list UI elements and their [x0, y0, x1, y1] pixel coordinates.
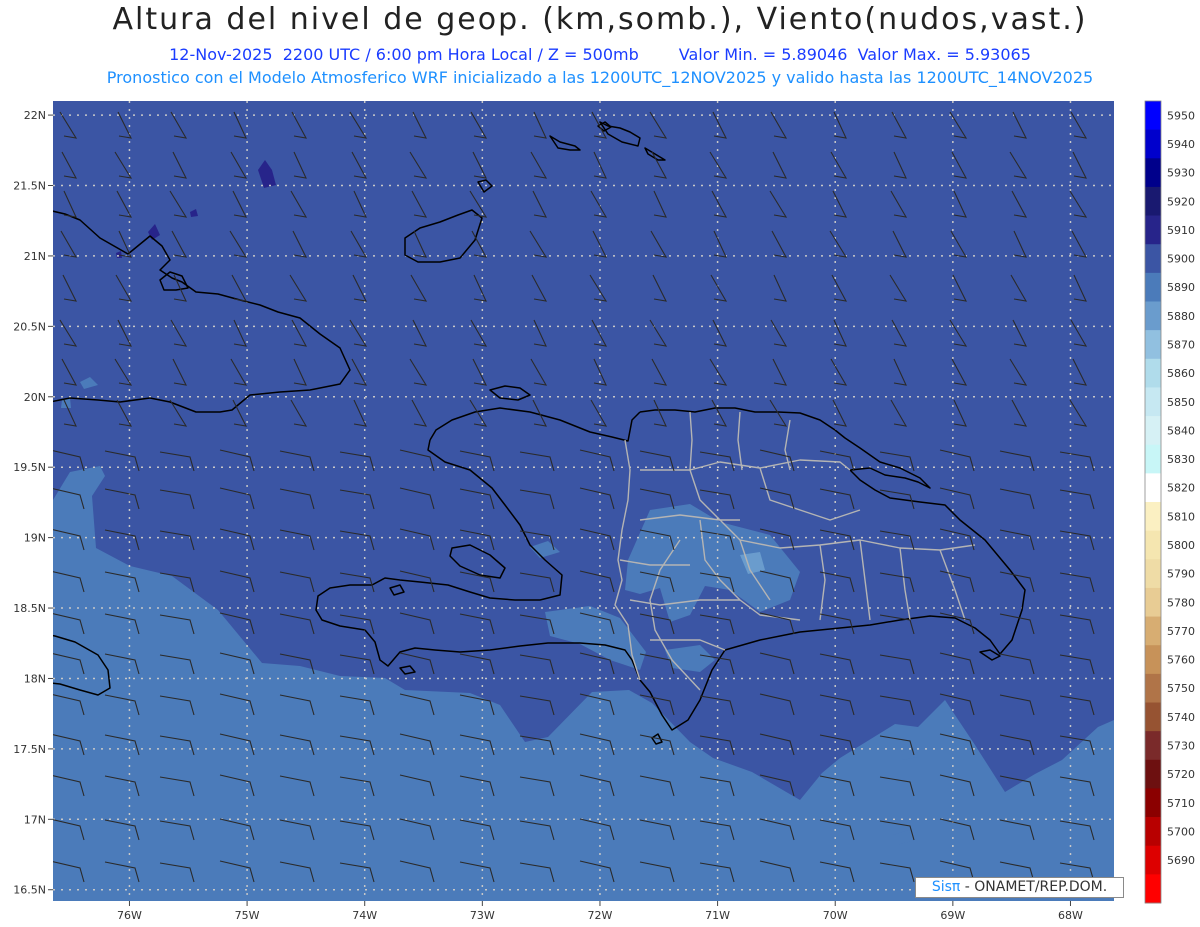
credit-box: Sisπ - ONAMET/REP.DOM.	[915, 877, 1124, 898]
longitude-labels: 76W 75W 74W 73W 72W 71W 70W 69W 68W	[117, 901, 1083, 922]
colorbar-swatch-24	[1145, 788, 1161, 818]
lat-label-2: 21N	[24, 250, 46, 263]
lon-label-5: 71W	[705, 909, 730, 922]
colorbar-swatch-16	[1145, 559, 1161, 589]
latitude-labels: 22N 21.5N 21N 20.5N 20N 19.5N 19N 18.5N 18N 17.5N…	[13, 109, 53, 897]
lon-label-2: 74W	[352, 909, 377, 922]
colorbar-label-5950: 5950	[1167, 109, 1195, 122]
colorbar-swatch-22	[1145, 731, 1161, 761]
colorbar-label-5750: 5750	[1167, 682, 1195, 695]
colorbar-label-5880: 5880	[1167, 310, 1195, 323]
colorbar-label-5890: 5890	[1167, 281, 1195, 294]
lat-label-1: 21.5N	[13, 180, 46, 193]
colorbar-label-5940: 5940	[1167, 138, 1195, 151]
colorbar-label-5740: 5740	[1167, 711, 1195, 724]
colorbar-swatch-4	[1145, 215, 1161, 245]
forecast-time-and-range: 12-Nov-2025 2200 UTC / 6:00 pm Hora Loca…	[0, 45, 1200, 64]
lat-label-10: 17N	[24, 813, 46, 826]
lat-label-4: 20N	[24, 391, 46, 404]
colorbar-swatch-19	[1145, 645, 1161, 675]
lat-label-5: 19.5N	[13, 461, 46, 474]
colorbar-swatch-11	[1145, 416, 1161, 446]
colorbar-label-5910: 5910	[1167, 224, 1195, 237]
colorbar: 5950 5940 5930 5920 5910 5900 5890 5880 5870 5860…	[1144, 100, 1195, 904]
colorbar-label-5830: 5830	[1167, 453, 1195, 466]
colorbar-label-5690: 5690	[1167, 854, 1195, 867]
colorbar-label-5850: 5850	[1167, 396, 1195, 409]
min-max-values: Valor Min. = 5.89046 Valor Max. = 5.9306…	[678, 45, 1031, 64]
colorbar-swatch-10	[1145, 387, 1161, 417]
colorbar-label-5920: 5920	[1167, 195, 1195, 208]
colorbar-swatch-18	[1145, 616, 1161, 646]
lon-label-3: 73W	[470, 909, 495, 922]
colorbar-swatch-9	[1145, 358, 1161, 388]
brand-logo-text: Sisπ	[931, 879, 961, 895]
lon-label-8: 68W	[1058, 909, 1083, 922]
lat-label-11: 16.5N	[13, 884, 46, 897]
colorbar-label-5780: 5780	[1167, 596, 1195, 609]
lat-label-0: 22N	[24, 109, 46, 122]
colorbar-label-5870: 5870	[1167, 338, 1195, 351]
colorbar-label-5930: 5930	[1167, 167, 1195, 180]
colorbar-swatch-20	[1145, 673, 1161, 703]
colorbar-label-5840: 5840	[1167, 424, 1195, 437]
colorbar-label-5790: 5790	[1167, 568, 1195, 581]
forecast-description: Pronostico con el Modelo Atmosferico WRF…	[106, 68, 1094, 87]
lon-label-0: 76W	[117, 909, 142, 922]
colorbar-swatch-1	[1145, 129, 1161, 159]
colorbar-swatch-8	[1145, 330, 1161, 360]
colorbar-swatch-12	[1145, 444, 1161, 474]
colorbar-swatch-14	[1145, 502, 1161, 532]
lat-label-9: 17.5N	[13, 743, 46, 756]
colorbar-label-5760: 5760	[1167, 654, 1195, 667]
colorbar-swatch-26	[1145, 845, 1161, 875]
lon-label-1: 75W	[235, 909, 260, 922]
colorbar-swatch-17	[1145, 587, 1161, 617]
colorbar-swatch-2	[1145, 158, 1161, 188]
colorbar-swatch-23	[1145, 759, 1161, 789]
colorbar-swatch-21	[1145, 702, 1161, 732]
credit-text: - ONAMET/REP.DOM.	[964, 879, 1108, 895]
colorbar-label-5720: 5720	[1167, 768, 1195, 781]
lat-label-7: 18.5N	[13, 602, 46, 615]
colorbar-swatch-5	[1145, 244, 1161, 274]
colorbar-label-5770: 5770	[1167, 625, 1195, 638]
colorbar-swatch-0	[1145, 101, 1161, 131]
valid-time: 12-Nov-2025 2200 UTC / 6:00 pm Hora Loca…	[169, 45, 639, 64]
lon-label-4: 72W	[588, 909, 613, 922]
colorbar-swatch-27	[1145, 874, 1161, 904]
level-5890-small-5	[901, 742, 918, 760]
colorbar-label-5860: 5860	[1167, 367, 1195, 380]
colorbar-swatch-25	[1145, 817, 1161, 847]
colorbar-label-5800: 5800	[1167, 539, 1195, 552]
colorbar-label-5700: 5700	[1167, 825, 1195, 838]
colorbar-swatch-7	[1145, 301, 1161, 331]
lat-label-6: 19N	[24, 532, 46, 545]
lat-label-3: 20.5N	[13, 320, 46, 333]
colorbar-label-5900: 5900	[1167, 253, 1195, 266]
colorbar-label-5710: 5710	[1167, 797, 1195, 810]
map-title: Altura del nivel de geop. (km,somb.), Vi…	[112, 2, 1088, 37]
colorbar-swatch-13	[1145, 473, 1161, 503]
colorbar-label-5810: 5810	[1167, 510, 1195, 523]
colorbar-label-5820: 5820	[1167, 482, 1195, 495]
colorbar-swatch-15	[1145, 530, 1161, 560]
lon-label-6: 70W	[823, 909, 848, 922]
lon-label-7: 69W	[940, 909, 965, 922]
colorbar-swatch-3	[1145, 186, 1161, 216]
colorbar-label-5730: 5730	[1167, 739, 1195, 752]
colorbar-swatch-6	[1145, 272, 1161, 302]
geopotential-map: 22N 21.5N 21N 20.5N 20N 19.5N 19N 18.5N 18N 17.5N…	[13, 100, 1195, 922]
lat-label-8: 18N	[24, 672, 46, 685]
